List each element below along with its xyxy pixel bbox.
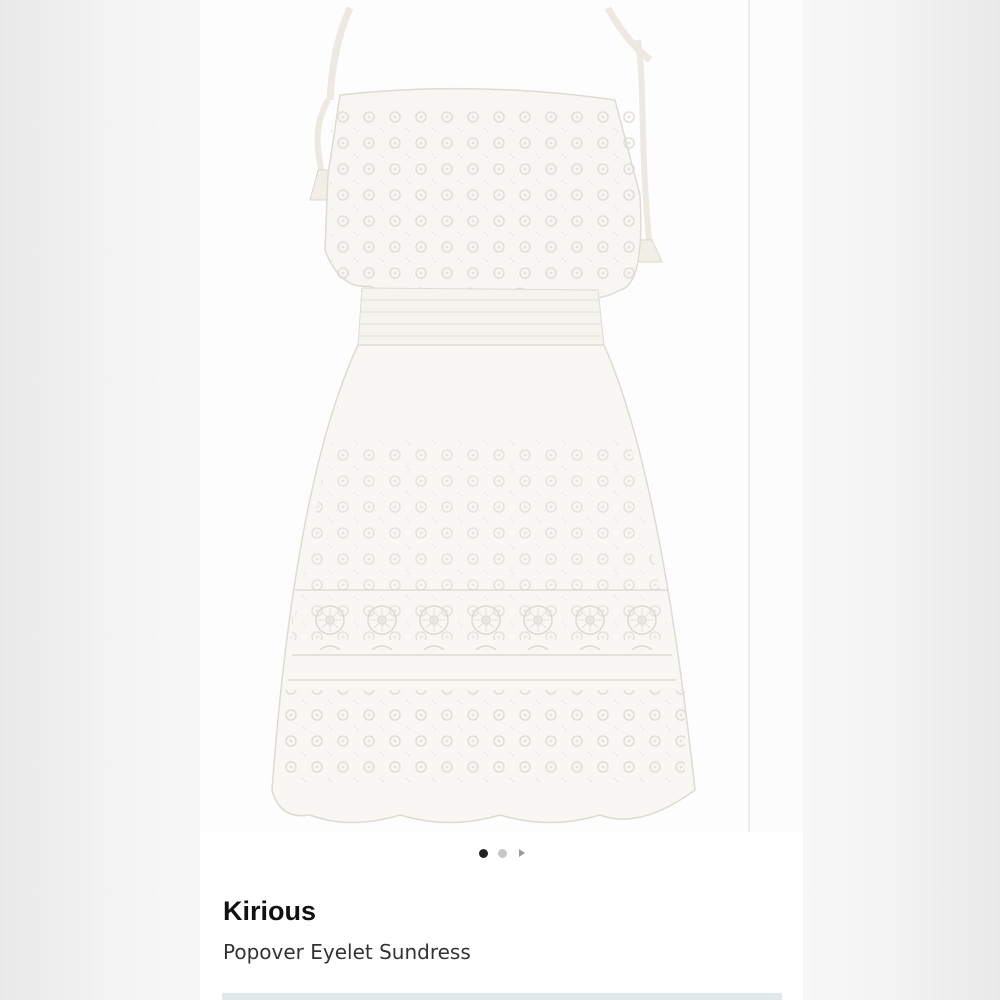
next-image-peek[interactable] xyxy=(751,0,803,832)
product-image[interactable] xyxy=(200,0,748,832)
right-strap xyxy=(604,6,653,63)
pager-dot-2[interactable] xyxy=(497,848,507,858)
pager-dot-1[interactable] xyxy=(478,848,488,858)
background-left-blur xyxy=(0,0,200,1000)
brand-name[interactable]: Kirious xyxy=(223,896,316,927)
product-name[interactable]: Popover Eyelet Sundress xyxy=(223,940,471,964)
left-tie xyxy=(314,98,331,176)
gallery-pager xyxy=(200,840,803,866)
next-section-strip xyxy=(222,993,782,1000)
image-divider xyxy=(748,0,750,832)
product-card: Kirious Popover Eyelet Sundress xyxy=(200,0,803,1000)
left-strap xyxy=(326,6,354,101)
background-right-blur xyxy=(803,0,1000,1000)
dress-illustration xyxy=(271,6,696,824)
video-play-icon[interactable] xyxy=(518,849,525,857)
